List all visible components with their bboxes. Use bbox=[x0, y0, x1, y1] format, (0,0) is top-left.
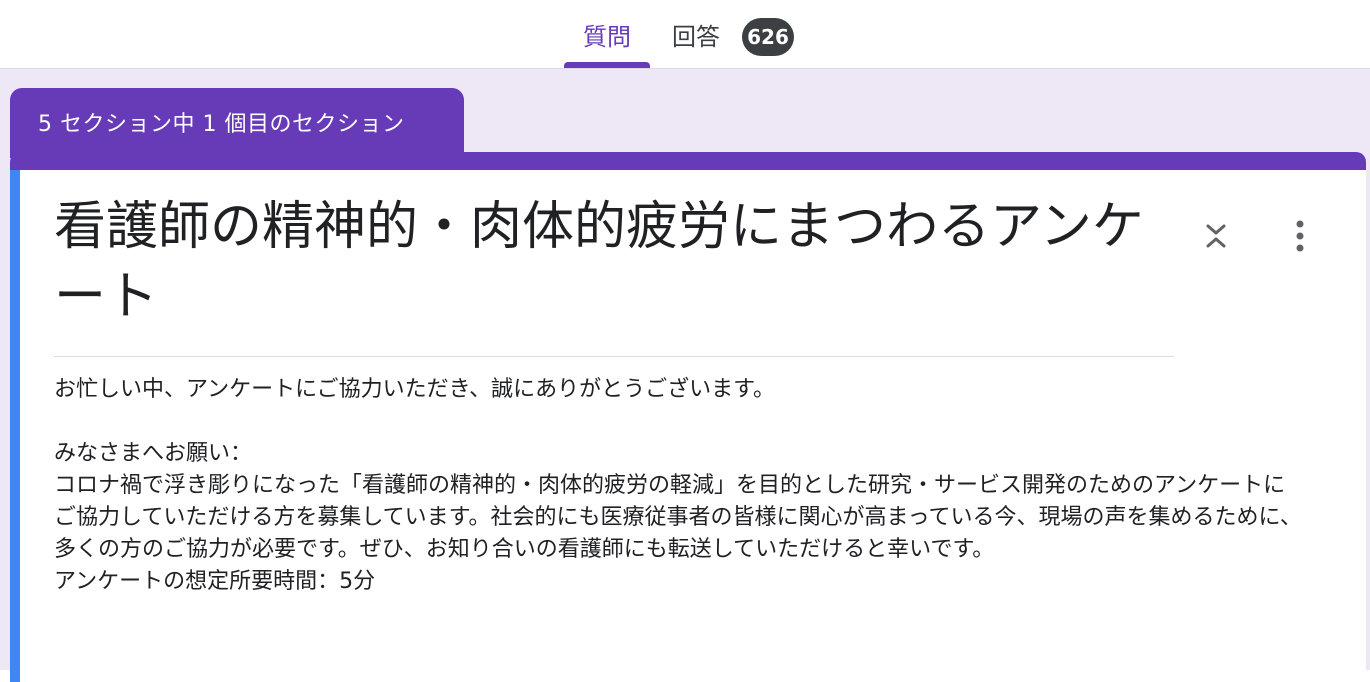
form-title-card[interactable]: 看護師の精神的・肉体的疲労にまつわるアンケート お忙しい中、アンケートにご協力い… bbox=[10, 152, 1366, 682]
collapse-section-button[interactable] bbox=[1196, 216, 1236, 256]
tab-responses-label: 回答 bbox=[672, 22, 720, 51]
form-description[interactable]: お忙しい中、アンケートにご協力いただき、誠にありがとうございます。 みなさまへお… bbox=[54, 374, 1304, 598]
responses-count: 626 bbox=[747, 25, 789, 49]
collapse-icon bbox=[1206, 224, 1226, 248]
section-header-tab: 5 セクション中 1 個目のセクション bbox=[10, 88, 464, 158]
tab-responses[interactable]: 回答 bbox=[672, 0, 720, 68]
section-label: 5 セクション中 1 個目のセクション bbox=[38, 112, 405, 137]
tab-questions[interactable]: 質問 bbox=[564, 0, 650, 68]
card-focus-indicator bbox=[10, 170, 20, 682]
title-underline bbox=[54, 356, 1174, 357]
more-options-button[interactable] bbox=[1282, 216, 1318, 256]
form-title[interactable]: 看護師の精神的・肉体的疲労にまつわるアンケート bbox=[54, 192, 1174, 332]
responses-count-badge[interactable]: 626 bbox=[742, 18, 794, 56]
more-vert-icon bbox=[1296, 220, 1304, 252]
top-navigation-bar: 質問 回答 626 bbox=[0, 0, 1370, 69]
active-tab-indicator bbox=[564, 62, 650, 68]
tab-questions-label: 質問 bbox=[583, 22, 631, 51]
